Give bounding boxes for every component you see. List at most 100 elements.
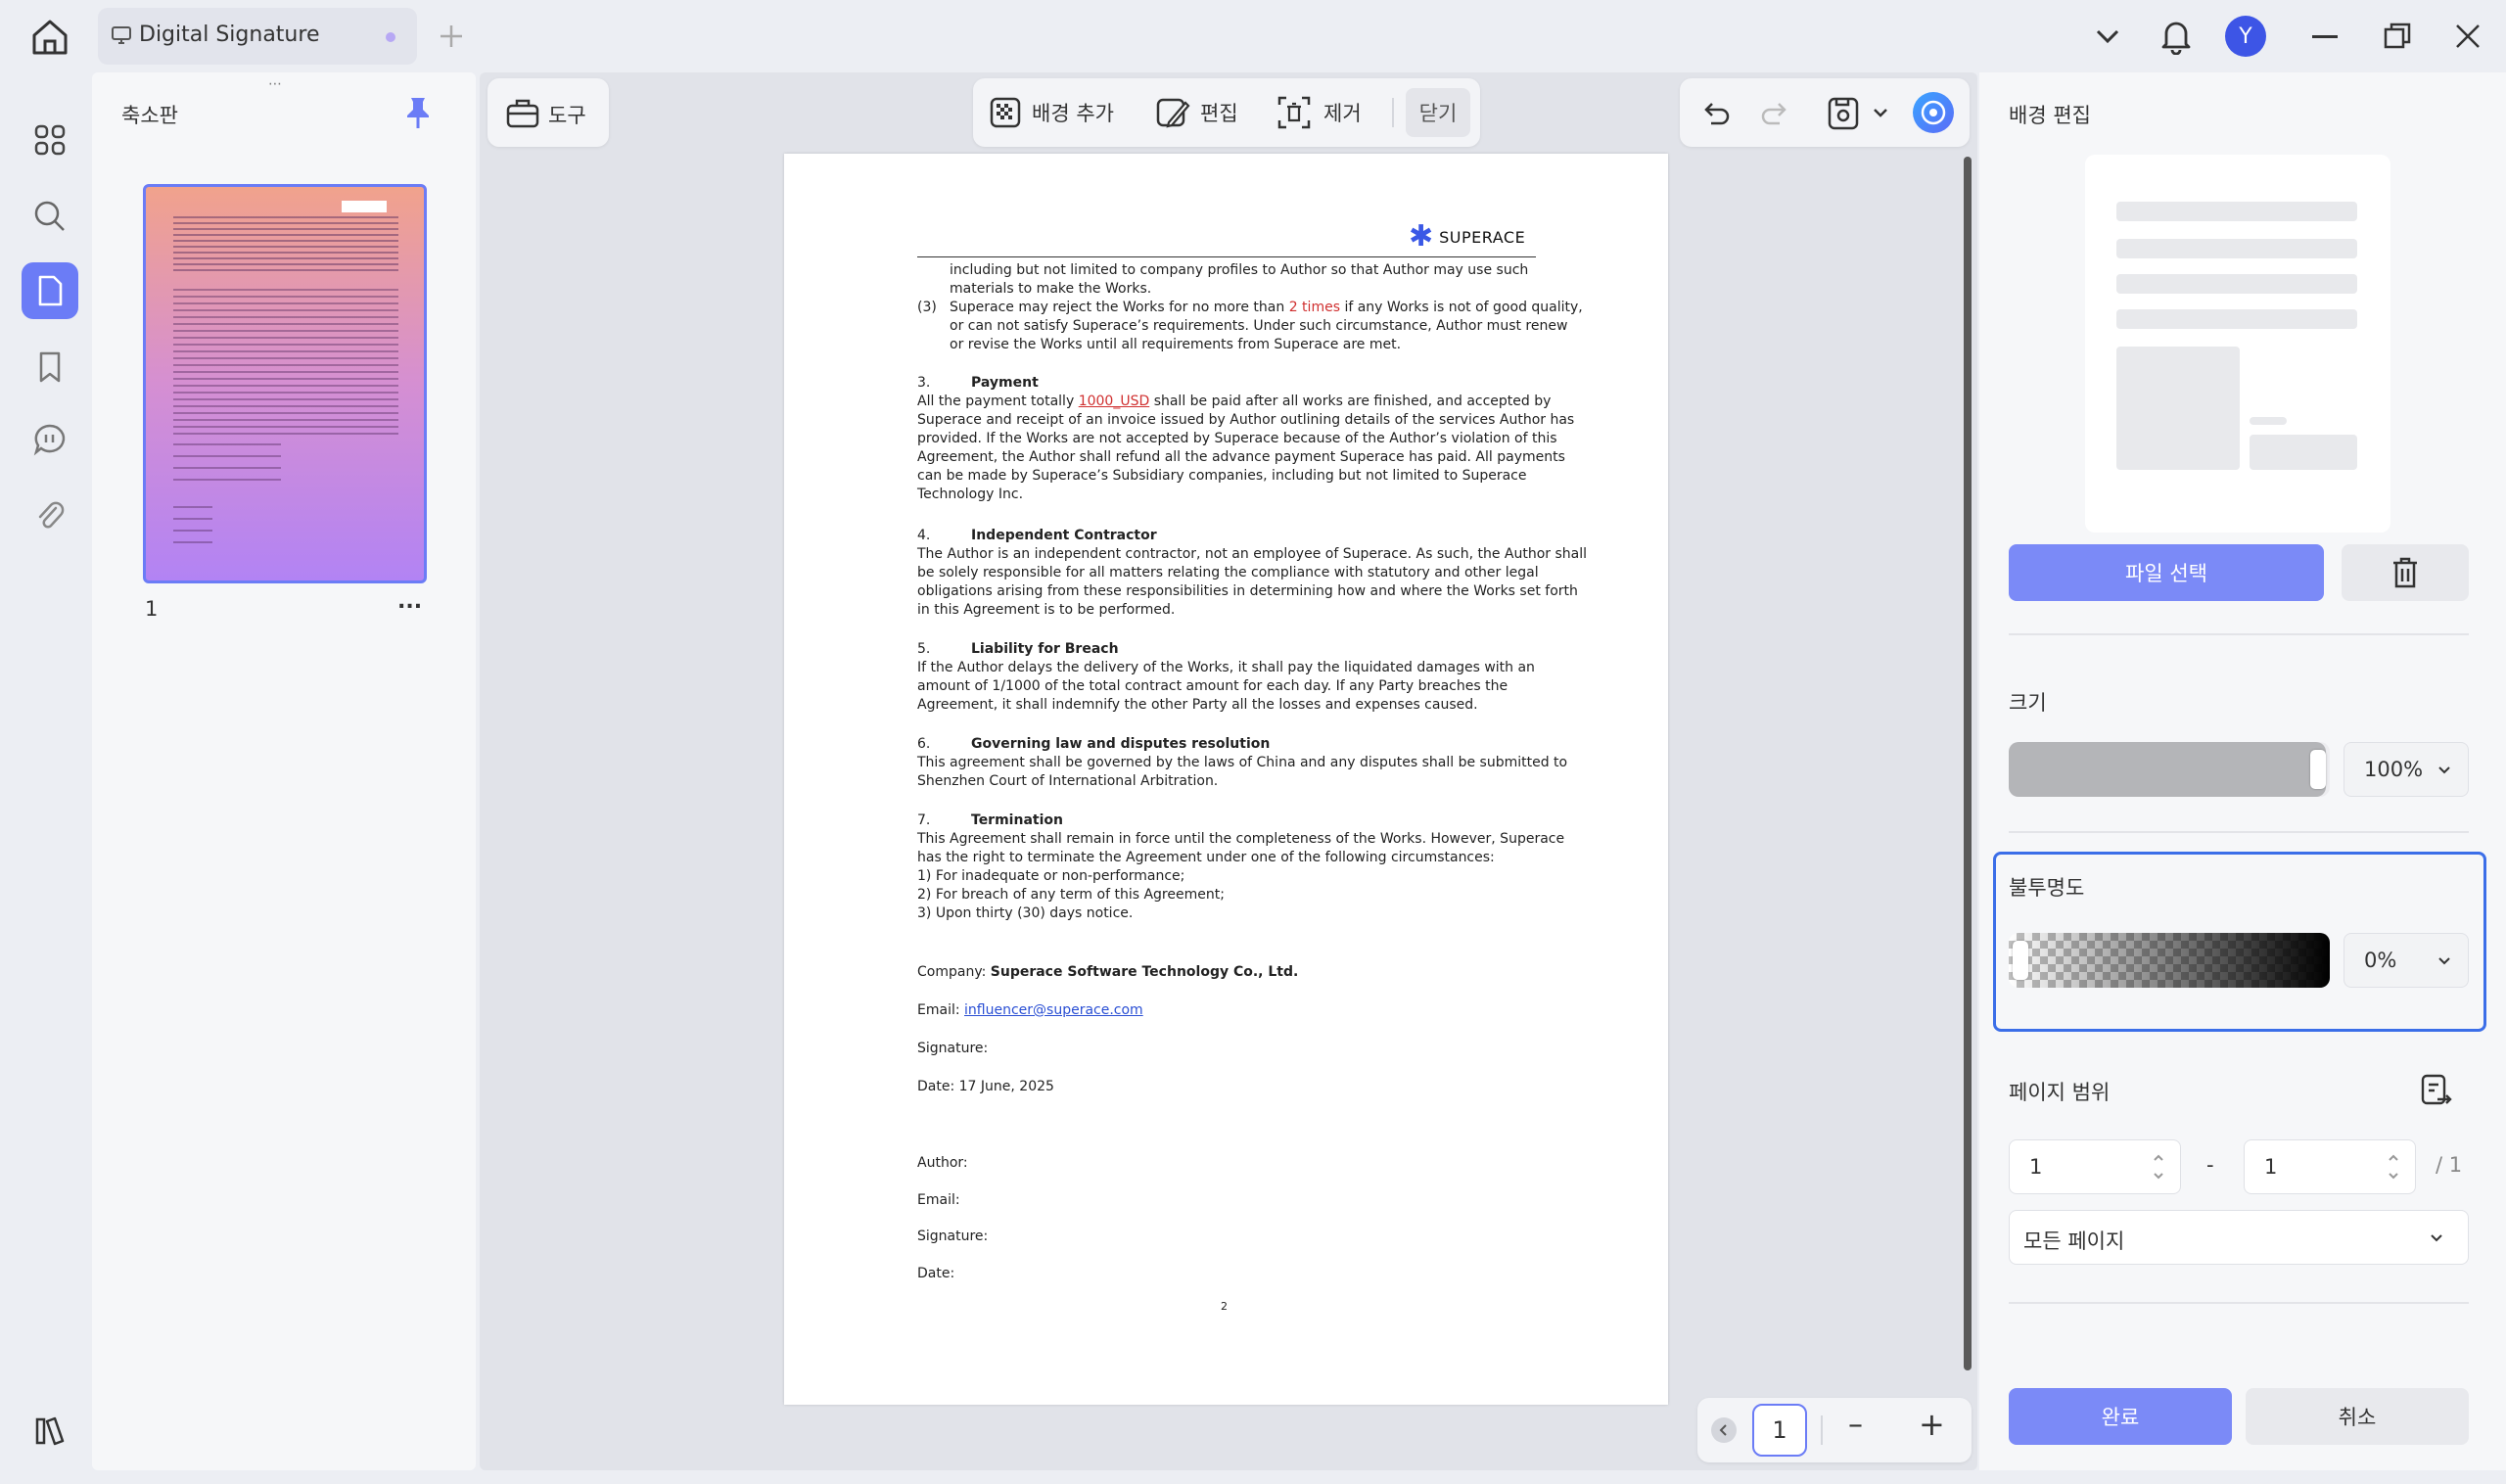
size-value: 100% (2364, 758, 2424, 781)
add-tab-icon[interactable] (437, 22, 466, 51)
drag-handle[interactable]: ⋯ (268, 76, 284, 92)
size-dropdown[interactable]: 100% (2344, 742, 2469, 797)
body-text: or revise the Works until all requiremen… (950, 337, 1402, 352)
range-total: / 1 (2436, 1153, 2463, 1177)
ai-assistant-icon[interactable] (1913, 92, 1954, 133)
body-text: has the right to terminate the Agreement… (917, 850, 1495, 865)
pdf-page: ✱ SUPERACE including but not limited to … (784, 154, 1668, 1405)
page-subset-select[interactable]: 모든 페이지 (2009, 1210, 2469, 1265)
section-number: 3. (917, 375, 931, 391)
close-window-icon[interactable] (2453, 22, 2483, 51)
page-swap-icon[interactable] (2420, 1073, 2453, 1108)
document-tab[interactable]: Digital Signature (98, 8, 417, 65)
body-text: in this Agreement is to be performed. (917, 602, 1176, 618)
remove-background-button[interactable]: 제거 (1276, 92, 1362, 133)
more-options-icon[interactable]: ... (397, 589, 422, 614)
pin-icon[interactable] (405, 96, 431, 129)
header-rule (917, 256, 1536, 257)
stepper-icon[interactable] (2386, 1150, 2401, 1183)
background-preview (2085, 155, 2390, 533)
left-rail (8, 72, 92, 1470)
page-subset-value: 모든 페이지 (2023, 1229, 2125, 1253)
size-slider[interactable] (2009, 742, 2330, 797)
email-link[interactable]: influencer@superace.com (964, 1002, 1143, 1018)
logo-text: SUPERACE (1439, 227, 1526, 247)
grid-apps-icon[interactable] (22, 112, 78, 168)
size-slider-fill (2009, 742, 2326, 797)
edit-background-icon (1156, 98, 1190, 128)
bell-icon[interactable] (2158, 18, 2194, 55)
body-text: provided. If the Works are not accepted … (917, 431, 1557, 446)
panel-title: 축소판 (121, 104, 178, 127)
opacity-slider[interactable] (2009, 933, 2330, 988)
body-text: All the payment totally 1000_USD shall b… (917, 394, 1552, 409)
preview-line (2116, 202, 2357, 221)
zoom-out-button[interactable]: – (1848, 1408, 1863, 1442)
size-slider-thumb[interactable] (2310, 750, 2326, 789)
page-number-input[interactable]: 1 (1752, 1404, 1807, 1457)
range-to-input[interactable]: 1 (2244, 1139, 2416, 1194)
comment-icon[interactable] (22, 411, 78, 468)
opacity-value: 0% (2364, 949, 2397, 972)
page-thumbnail[interactable] (143, 184, 427, 583)
panel-title: 배경 편집 (2009, 104, 2091, 127)
delete-background-button[interactable] (2342, 544, 2469, 601)
preview-line (2116, 239, 2357, 258)
section-heading: Payment (971, 375, 1039, 391)
opacity-section-highlight: 불투명도 0% (1993, 852, 2486, 1032)
chevron-down-icon (2438, 957, 2450, 965)
redo-icon[interactable] (1758, 96, 1791, 129)
bookmark-icon[interactable] (22, 339, 78, 395)
restore-icon[interactable] (2383, 22, 2412, 51)
stepper-icon[interactable] (2151, 1150, 2166, 1183)
opacity-slider-thumb[interactable] (2013, 941, 2028, 980)
range-dash: - (2206, 1153, 2214, 1177)
remove-background-label: 제거 (1323, 102, 1362, 125)
body-text: If the Author delays the delivery of the… (917, 660, 1535, 675)
thumbnail-page-number: 1 (145, 597, 159, 621)
section-number: 5. (917, 641, 931, 657)
tab-title: Digital Signature (139, 23, 320, 47)
author-date-label: Date: (917, 1266, 955, 1281)
prev-page-icon[interactable] (1711, 1417, 1737, 1443)
author-label: Author: (917, 1155, 968, 1171)
size-label: 크기 (2009, 691, 2047, 715)
done-button[interactable]: 완료 (2009, 1388, 2232, 1445)
thumbnails-page-icon[interactable] (22, 262, 78, 319)
home-icon[interactable] (27, 18, 72, 57)
body-text: materials to make the Works. (950, 281, 1152, 297)
body-text: including but not limited to company pro… (950, 262, 1529, 278)
section-heading: Liability for Breach (971, 641, 1119, 657)
vertical-scrollbar[interactable] (1964, 157, 1972, 1370)
monitor-icon (112, 26, 131, 44)
edit-background-button[interactable]: 편집 (1155, 92, 1238, 133)
body-text: This agreement shall be governed by the … (917, 755, 1568, 770)
search-icon[interactable] (22, 188, 78, 245)
range-from-input[interactable]: 1 (2009, 1139, 2181, 1194)
save-icon[interactable] (1827, 94, 1860, 131)
chevron-down-icon (2438, 766, 2450, 774)
tools-button[interactable]: 도구 (487, 78, 609, 147)
thumbnail-text-block (173, 443, 281, 490)
range-from-value: 1 (2029, 1155, 2043, 1179)
minimize-icon[interactable] (2312, 35, 2338, 38)
add-background-button[interactable]: 배경 추가 (989, 92, 1114, 133)
cancel-button[interactable]: 취소 (2246, 1388, 2469, 1445)
toolbox-icon (505, 96, 540, 129)
undo-icon[interactable] (1699, 96, 1733, 129)
thumbnail-panel: ⋯ 축소판 1 ... (92, 72, 476, 1470)
body-text: can be made by Superace’s Subsidiary com… (917, 468, 1527, 484)
close-background-button[interactable]: 닫기 (1406, 88, 1470, 137)
chevron-down-icon[interactable] (2093, 23, 2122, 49)
tools-label: 도구 (548, 104, 586, 127)
attachment-icon[interactable] (22, 487, 78, 544)
section-number: 4. (917, 528, 931, 543)
thumbnail-text-block (173, 216, 398, 275)
file-select-button[interactable]: 파일 선택 (2009, 544, 2324, 601)
save-dropdown-chevron-icon[interactable] (1872, 106, 1889, 119)
opacity-dropdown[interactable]: 0% (2344, 933, 2469, 988)
library-icon[interactable] (22, 1402, 78, 1459)
zoom-in-button[interactable]: + (1919, 1406, 1945, 1443)
section-divider (2009, 831, 2469, 833)
avatar[interactable]: Y (2225, 16, 2266, 57)
